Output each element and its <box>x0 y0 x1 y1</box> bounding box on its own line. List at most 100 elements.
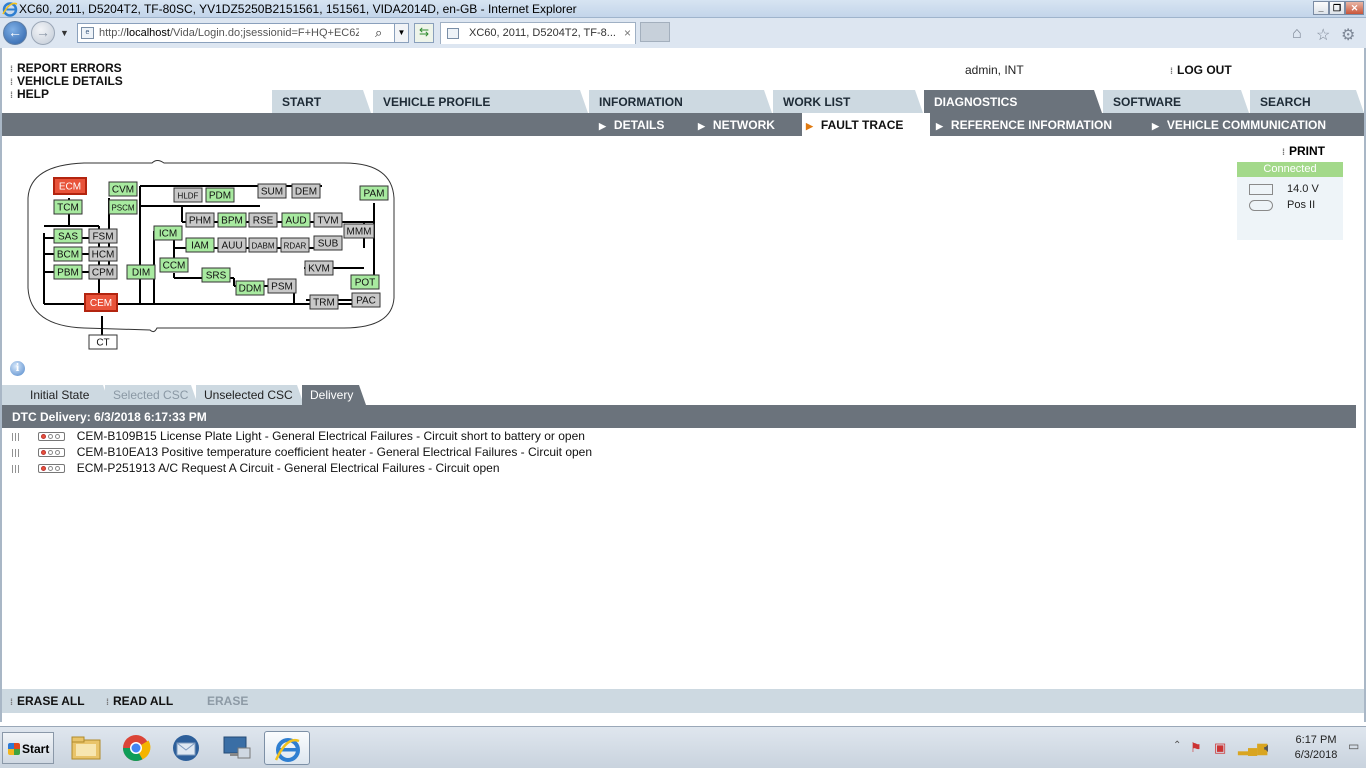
tab-work-list[interactable]: WORK LIST <box>773 90 923 113</box>
module-phm[interactable]: PHM <box>185 212 215 228</box>
module-pot[interactable]: POT <box>350 274 380 290</box>
tab-software[interactable]: SOFTWARE <box>1103 90 1249 113</box>
dtc-row[interactable]: CEM-B10EA13 Positive temperature coeffic… <box>12 445 592 461</box>
security-icon[interactable]: ▣ <box>1214 740 1226 756</box>
module-kvm[interactable]: KVM <box>304 260 334 276</box>
maximize-button[interactable]: ❐ <box>1329 1 1345 15</box>
module-label: TRM <box>313 298 335 309</box>
minimize-button[interactable]: _ <box>1313 1 1329 15</box>
module-pam[interactable]: PAM <box>359 185 389 201</box>
module-rdar[interactable]: RDAR <box>280 237 310 253</box>
search-icon[interactable]: ⌕ <box>375 25 382 41</box>
close-button[interactable]: ✕ <box>1345 1 1364 15</box>
chrome-icon[interactable] <box>118 731 154 765</box>
new-tab-button[interactable] <box>640 22 670 42</box>
module-label: PBM <box>57 268 79 279</box>
tab-information[interactable]: INFORMATION <box>589 90 772 113</box>
module-dim[interactable]: DIM <box>126 264 156 280</box>
module-pac[interactable]: PAC <box>351 292 381 308</box>
back-button[interactable]: ← <box>3 21 27 45</box>
module-sub[interactable]: SUB <box>313 235 343 251</box>
module-mmm[interactable]: MMM <box>343 223 375 239</box>
dtc-row[interactable]: CEM-B109B15 License Plate Light - Genera… <box>12 429 585 445</box>
erase-all-button[interactable]: ⁞ ERASE ALL <box>10 694 85 708</box>
expand-icon[interactable] <box>12 464 20 473</box>
tab-unselected-csc[interactable]: Unselected CSC <box>196 385 304 405</box>
module-hcm[interactable]: HCM <box>88 246 118 262</box>
subnav-reference-information[interactable]: ▶ REFERENCE INFORMATION <box>936 113 1112 136</box>
tab-delivery[interactable]: Delivery <box>302 385 366 405</box>
internet-explorer-taskbar-icon[interactable] <box>264 731 310 765</box>
module-bcm[interactable]: BCM <box>53 246 83 262</box>
module-ecm[interactable]: ECM <box>53 177 87 195</box>
module-tcm[interactable]: TCM <box>53 199 83 215</box>
module-rse[interactable]: RSE <box>248 212 278 228</box>
expand-icon[interactable] <box>12 448 20 457</box>
forward-button[interactable]: → <box>31 21 55 45</box>
tab-vehicle-profile[interactable]: VEHICLE PROFILE <box>373 90 588 113</box>
subnav-vehicle-communication[interactable]: ▶ VEHICLE COMMUNICATION <box>1152 113 1326 136</box>
favorites-star-icon[interactable]: ☆ <box>1316 25 1330 45</box>
module-aud[interactable]: AUD <box>281 212 311 228</box>
url-text[interactable]: http://localhost/Vida/Login.do;jsessioni… <box>99 27 359 39</box>
module-srs[interactable]: SRS <box>201 267 231 283</box>
refresh-button[interactable]: ⇆ <box>414 23 434 43</box>
tab-search[interactable]: SEARCH <box>1250 90 1364 113</box>
remote-desktop-icon[interactable] <box>218 731 254 765</box>
subnav-network[interactable]: ▶ NETWORK <box>698 113 775 136</box>
file-explorer-icon[interactable] <box>68 731 104 765</box>
module-ct[interactable]: CT <box>88 334 118 350</box>
show-desktop-icon[interactable]: ▭ <box>1348 739 1359 753</box>
info-icon[interactable]: i <box>10 361 25 376</box>
module-ddm[interactable]: DDM <box>235 280 265 296</box>
module-dabm[interactable]: DABM <box>248 237 278 253</box>
module-auu[interactable]: AUU <box>217 237 247 253</box>
module-dem[interactable]: DEM <box>291 183 321 199</box>
print-link[interactable]: ⁞ PRINT <box>1282 144 1325 158</box>
logout-link[interactable]: ⁞ LOG OUT <box>1170 63 1232 77</box>
read-all-button[interactable]: ⁞ READ ALL <box>106 694 173 708</box>
address-bar[interactable]: e http://localhost/Vida/Login.do;jsessio… <box>77 23 409 43</box>
module-tvm[interactable]: TVM <box>313 212 343 228</box>
show-hidden-icons[interactable]: ⌃ <box>1173 740 1181 751</box>
module-trm[interactable]: TRM <box>309 294 339 310</box>
module-psm[interactable]: PSM <box>267 278 297 294</box>
thunderbird-icon[interactable] <box>168 731 204 765</box>
module-icm[interactable]: ICM <box>153 225 183 241</box>
address-dropdown-icon[interactable]: ▼ <box>394 24 408 42</box>
tab-initial-state[interactable]: Initial State <box>22 385 110 405</box>
start-button[interactable]: Start <box>2 732 54 764</box>
module-bpm[interactable]: BPM <box>217 212 247 228</box>
subnav-details[interactable]: ▶ DETAILS <box>599 113 664 136</box>
module-iam[interactable]: IAM <box>185 237 215 253</box>
module-cpm[interactable]: CPM <box>88 264 118 280</box>
clock[interactable]: 6:17 PM 6/3/2018 <box>1288 733 1344 763</box>
network-icon[interactable]: ▂▄▆ <box>1238 740 1267 756</box>
erase-button[interactable]: ERASE <box>207 694 248 708</box>
module-cvm[interactable]: CVM <box>108 181 138 197</box>
tab-start[interactable]: START <box>272 90 371 113</box>
module-pdm[interactable]: PDM <box>205 187 235 203</box>
module-pbm[interactable]: PBM <box>53 264 83 280</box>
module-pscm[interactable]: PSCM <box>108 199 138 215</box>
module-sum[interactable]: SUM <box>257 183 287 199</box>
module-hldf[interactable]: HLDF <box>173 187 203 203</box>
tab-diagnostics[interactable]: DIAGNOSTICS <box>924 90 1102 113</box>
module-sas[interactable]: SAS <box>53 228 83 244</box>
subnav-fault-trace[interactable]: ▶ FAULT TRACE <box>802 113 930 136</box>
help-link[interactable]: ⁞ HELP <box>10 88 123 101</box>
tab-selected-csc[interactable]: Selected CSC <box>105 385 198 405</box>
settings-gear-icon[interactable]: ⚙ <box>1341 25 1355 45</box>
volume-icon[interactable]: 🔈︎ <box>1264 740 1272 756</box>
history-dropdown-icon[interactable]: ▼ <box>60 28 69 38</box>
module-fsm[interactable]: FSM <box>88 228 118 244</box>
tab-close-icon[interactable]: × <box>624 26 631 40</box>
module-label: PDM <box>209 191 231 202</box>
home-icon[interactable]: ⌂ <box>1292 25 1302 43</box>
browser-tab[interactable]: XC60, 2011, D5204T2, TF-8... × <box>440 22 636 44</box>
module-ccm[interactable]: CCM <box>159 257 189 273</box>
action-center-icon[interactable]: ⚑ <box>1190 740 1202 756</box>
module-cem[interactable]: CEM <box>84 293 118 312</box>
expand-icon[interactable] <box>12 432 20 441</box>
dtc-row[interactable]: ECM-P251913 A/C Request A Circuit - Gene… <box>12 461 500 477</box>
